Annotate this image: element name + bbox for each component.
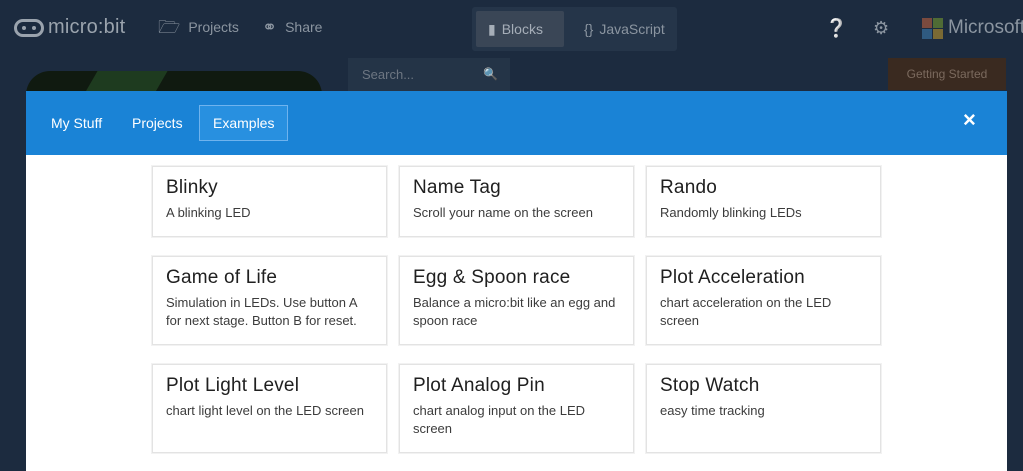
- tab-examples[interactable]: Examples: [199, 105, 289, 141]
- card-description: chart acceleration on the LED screen: [660, 295, 832, 328]
- search-icon: 🔍: [483, 67, 498, 81]
- card-description: chart analog input on the LED screen: [413, 403, 586, 436]
- folder-icon: 🗁: [158, 17, 181, 37]
- card-title: Stop Watch: [660, 375, 760, 396]
- example-card-plot-analog-pin[interactable]: Plot Analog Pin chart analog input on th…: [399, 364, 634, 453]
- microbit-logo[interactable]: micro:bit: [14, 16, 125, 39]
- card-description: chart light level on the LED screen: [166, 403, 364, 418]
- example-card-blinky[interactable]: Blinky A blinking LED: [152, 166, 387, 237]
- card-title: Game of Life: [166, 267, 278, 288]
- example-card-plot-light-level[interactable]: Plot Light Level chart light level on th…: [152, 364, 387, 453]
- example-card-stop-watch[interactable]: Stop Watch easy time tracking: [646, 364, 881, 453]
- puzzle-icon: ▮: [488, 20, 496, 37]
- card-title: Name Tag: [413, 177, 501, 198]
- blocks-tab[interactable]: ▮ Blocks: [476, 11, 564, 47]
- project-dialog: My Stuff Projects Examples × Blinky A bl…: [26, 91, 1007, 471]
- card-description: Simulation in LEDs. Use button A for nex…: [166, 295, 357, 328]
- search-placeholder: Search...: [362, 67, 415, 82]
- tab-projects[interactable]: Projects: [119, 105, 196, 141]
- example-card-game-of-life[interactable]: Game of Life Simulation in LEDs. Use but…: [152, 256, 387, 345]
- search-input[interactable]: Search... 🔍: [348, 58, 510, 92]
- card-title: Plot Acceleration: [660, 267, 805, 288]
- help-icon[interactable]: ❔: [825, 18, 847, 39]
- card-description: Scroll your name on the screen: [413, 205, 593, 220]
- share-icon: ⚭: [262, 17, 278, 37]
- javascript-tab[interactable]: {} JavaScript: [572, 11, 677, 47]
- dialog-header: My Stuff Projects Examples ×: [26, 91, 1007, 155]
- example-card-rando[interactable]: Rando Randomly blinking LEDs: [646, 166, 881, 237]
- example-card-plot-acceleration[interactable]: Plot Acceleration chart acceleration on …: [646, 256, 881, 345]
- editor-toggle: ▮ Blocks {} JavaScript: [472, 7, 677, 51]
- card-title: Blinky: [166, 177, 218, 198]
- getting-started-button[interactable]: Getting Started: [888, 58, 1006, 90]
- blocks-label: Blocks: [501, 21, 543, 37]
- javascript-label: JavaScript: [599, 21, 665, 37]
- microbit-chip-icon: [14, 18, 44, 37]
- close-icon[interactable]: ×: [963, 109, 976, 131]
- share-button[interactable]: ⚭ Share: [262, 18, 322, 36]
- card-title: Egg & Spoon race: [413, 267, 571, 288]
- card-title: Plot Light Level: [166, 375, 300, 396]
- microsoft-logo[interactable]: Microsoft: [922, 17, 1023, 39]
- example-card-name-tag[interactable]: Name Tag Scroll your name on the screen: [399, 166, 634, 237]
- share-label: Share: [285, 19, 323, 35]
- top-bar: micro:bit 🗁 Projects ⚭ Share ▮ Blocks {}…: [0, 0, 1023, 58]
- microsoft-label: Microsoft: [948, 17, 1023, 38]
- example-card-egg-spoon[interactable]: Egg & Spoon race Balance a micro:bit lik…: [399, 256, 634, 345]
- card-title: Plot Analog Pin: [413, 375, 545, 396]
- card-description: easy time tracking: [660, 403, 765, 418]
- braces-icon: {}: [584, 21, 594, 37]
- microsoft-grid-icon: [922, 17, 943, 39]
- gear-icon[interactable]: ⚙: [873, 18, 889, 39]
- tab-my-stuff[interactable]: My Stuff: [38, 105, 115, 141]
- card-description: A blinking LED: [166, 205, 251, 220]
- logo-text: micro:bit: [48, 16, 126, 38]
- card-title: Rando: [660, 177, 717, 198]
- card-description: Randomly blinking LEDs: [660, 205, 802, 220]
- card-description: Balance a micro:bit like an egg and spoo…: [413, 295, 616, 328]
- projects-label: Projects: [188, 19, 239, 35]
- projects-button[interactable]: 🗁 Projects: [158, 18, 239, 36]
